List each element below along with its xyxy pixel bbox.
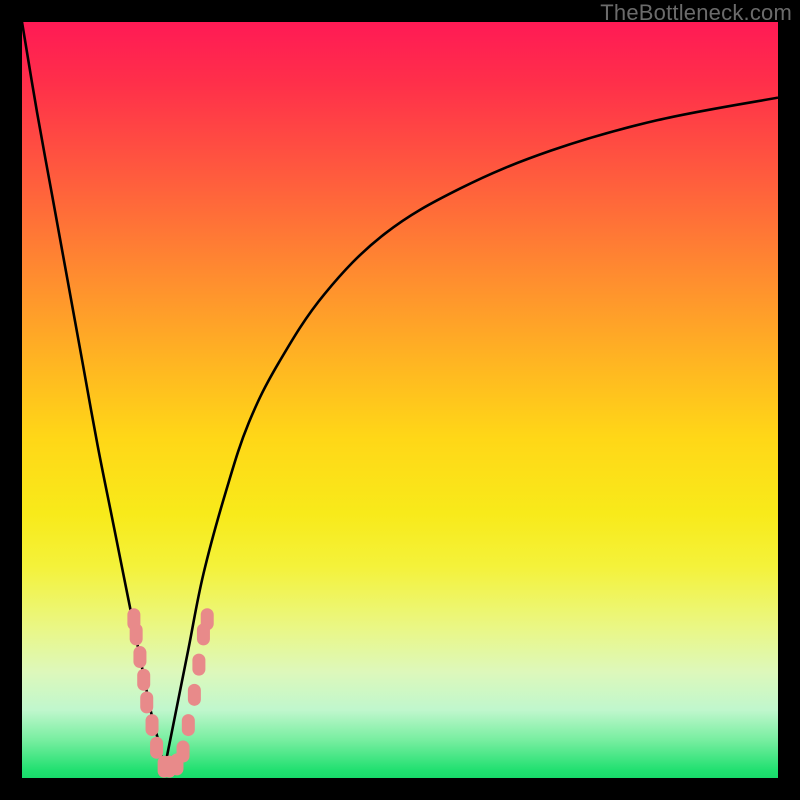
data-point	[182, 714, 195, 736]
watermark-text: TheBottleneck.com	[600, 0, 792, 26]
data-point	[133, 646, 146, 668]
curve-right-branch	[164, 98, 778, 771]
data-point	[192, 654, 205, 676]
data-point	[201, 608, 214, 630]
plot-area	[22, 22, 778, 778]
data-point	[130, 623, 143, 645]
data-points	[127, 608, 213, 777]
data-point	[137, 669, 150, 691]
data-point	[188, 684, 201, 706]
chart-frame: TheBottleneck.com	[0, 0, 800, 800]
data-point	[140, 691, 153, 713]
data-point	[146, 714, 159, 736]
data-point	[150, 737, 163, 759]
curve-layer	[22, 22, 778, 778]
data-point	[177, 741, 190, 763]
